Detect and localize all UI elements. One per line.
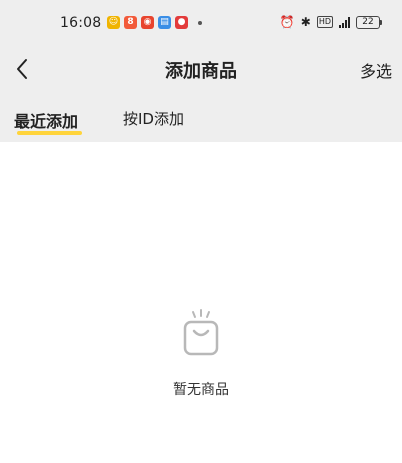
multi-select-button[interactable]: 多选: [360, 58, 392, 82]
app-header: 添加商品 多选: [0, 44, 402, 94]
map-pin-icon: ●: [175, 16, 188, 29]
app-notification-icon: 8: [124, 16, 137, 29]
weibo-icon: ◉: [141, 16, 154, 29]
chevron-left-icon: [17, 59, 27, 79]
empty-state-message: 暂无商品: [173, 382, 229, 398]
more-notifications-icon: [198, 20, 202, 25]
back-button[interactable]: [10, 56, 34, 82]
app-notification-icon: ▤: [158, 16, 171, 29]
notification-icons: ☺ 8 ◉ ▤ ●: [107, 16, 202, 29]
tab-recently-added[interactable]: 最近添加: [14, 108, 78, 132]
status-bar: 16:08 ☺ 8 ◉ ▤ ● ⏰ ✱ HD 22: [0, 0, 402, 44]
page-title: 添加商品: [165, 61, 237, 82]
status-time: 16:08: [60, 15, 102, 31]
system-icons: ⏰ ✱ HD 22: [279, 15, 382, 29]
tab-add-by-id[interactable]: 按ID添加: [123, 108, 184, 129]
active-tab-indicator: [17, 131, 82, 135]
battery-icon: 22: [356, 15, 382, 29]
bluetooth-icon: ✱: [300, 15, 311, 29]
battery-level: 22: [362, 16, 374, 27]
tab-bar: 最近添加 按ID添加: [0, 96, 402, 140]
alarm-icon: ⏰: [279, 15, 295, 29]
app-notification-icon: ☺: [107, 16, 120, 29]
shopping-bag-icon: [182, 309, 220, 357]
hd-icon: HD: [316, 16, 333, 28]
signal-icon: [339, 16, 350, 28]
